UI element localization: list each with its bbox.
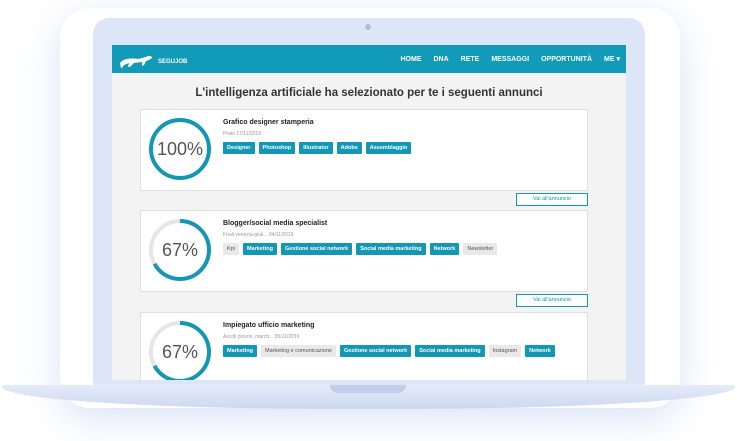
top-navbar: SEGUJOB HOME DNA RETE MESSAGGI OPPORTUNI… <box>112 45 626 73</box>
job-location-date: Prato 17/11/2019 <box>223 131 261 137</box>
skill-tags: Kpi Marketing Gestione social network Socia… <box>223 243 583 258</box>
nav-links: HOME DNA RETE MESSAGGI OPPORTUNITÀ ME ▾ <box>395 45 627 73</box>
skill-tag: Gestione social network <box>280 243 353 255</box>
nav-messaggi[interactable]: MESSAGGI <box>491 56 529 63</box>
dog-logo-icon: SEGUJOB <box>120 55 188 68</box>
skill-tags: Designer Photoshop Illustrator Adobe Assembl… <box>223 142 583 157</box>
skill-tag: Network <box>429 243 460 255</box>
webcam-dot <box>365 24 371 30</box>
skill-tag: Social media marketing <box>415 345 485 357</box>
skill-tag: Gestione social network <box>339 345 412 357</box>
skill-tag: Kpi <box>223 243 239 255</box>
job-card: 67% Blogger/social media specialist Friu… <box>140 210 588 292</box>
job-card: 100% Grafico designer stamperia Prato 17… <box>140 109 588 191</box>
skill-tag: Network <box>525 345 555 357</box>
nav-rete[interactable]: RETE <box>461 56 480 63</box>
nav-dna[interactable]: DNA <box>434 56 449 63</box>
skill-tags: Marketing Marketing e comunicazione Gestio… <box>223 345 583 360</box>
nav-me-dropdown[interactable]: ME ▾ <box>604 55 620 63</box>
match-percentage: 67% <box>161 342 199 362</box>
skill-tag: Illustrator <box>299 142 333 154</box>
skill-tag: Designer <box>223 142 255 154</box>
page-title: L'intelligenza artificiale ha selezionat… <box>195 87 543 99</box>
match-percentage: 67% <box>161 240 199 260</box>
skill-tag: Marketing <box>242 243 277 255</box>
laptop-notch <box>330 385 406 393</box>
job-title[interactable]: Blogger/social media specialist <box>223 220 327 227</box>
skill-tag: Marketing e comunicazione <box>260 345 336 357</box>
nav-home[interactable]: HOME <box>401 56 422 63</box>
skill-tag: Social media marketing <box>356 243 426 255</box>
job-location-date: Ascoli piceno, march... 05/11/2019 <box>223 334 300 340</box>
job-card: 67% Impiegato ufficio marketing Ascoli p… <box>140 312 588 380</box>
view-job-button[interactable]: Vai all'annuncio <box>516 294 588 307</box>
skill-tag: Adobe <box>336 142 362 154</box>
laptop-screen: SEGUJOB HOME DNA RETE MESSAGGI OPPORTUNI… <box>112 45 626 380</box>
match-percentage: 100% <box>156 139 204 159</box>
view-job-button[interactable]: Vai all'annuncio <box>516 193 588 206</box>
logo-text: SEGUJOB <box>158 59 188 65</box>
segujob-logo[interactable]: SEGUJOB <box>116 49 206 71</box>
job-title[interactable]: Grafico designer stamperia <box>223 119 314 126</box>
job-location-date: Friuli-venezia-giuli... 04/11/2019 <box>223 232 294 238</box>
nav-opportunita[interactable]: OPPORTUNITÀ <box>541 56 592 63</box>
job-title[interactable]: Impiegato ufficio marketing <box>223 322 314 329</box>
skill-tag: Marketing <box>223 345 257 357</box>
skill-tag: Instagram <box>488 345 522 357</box>
skill-tag: Newsletter <box>463 243 498 255</box>
skill-tag: Photoshop <box>258 142 296 154</box>
skill-tag: Assemblaggio <box>365 142 412 154</box>
